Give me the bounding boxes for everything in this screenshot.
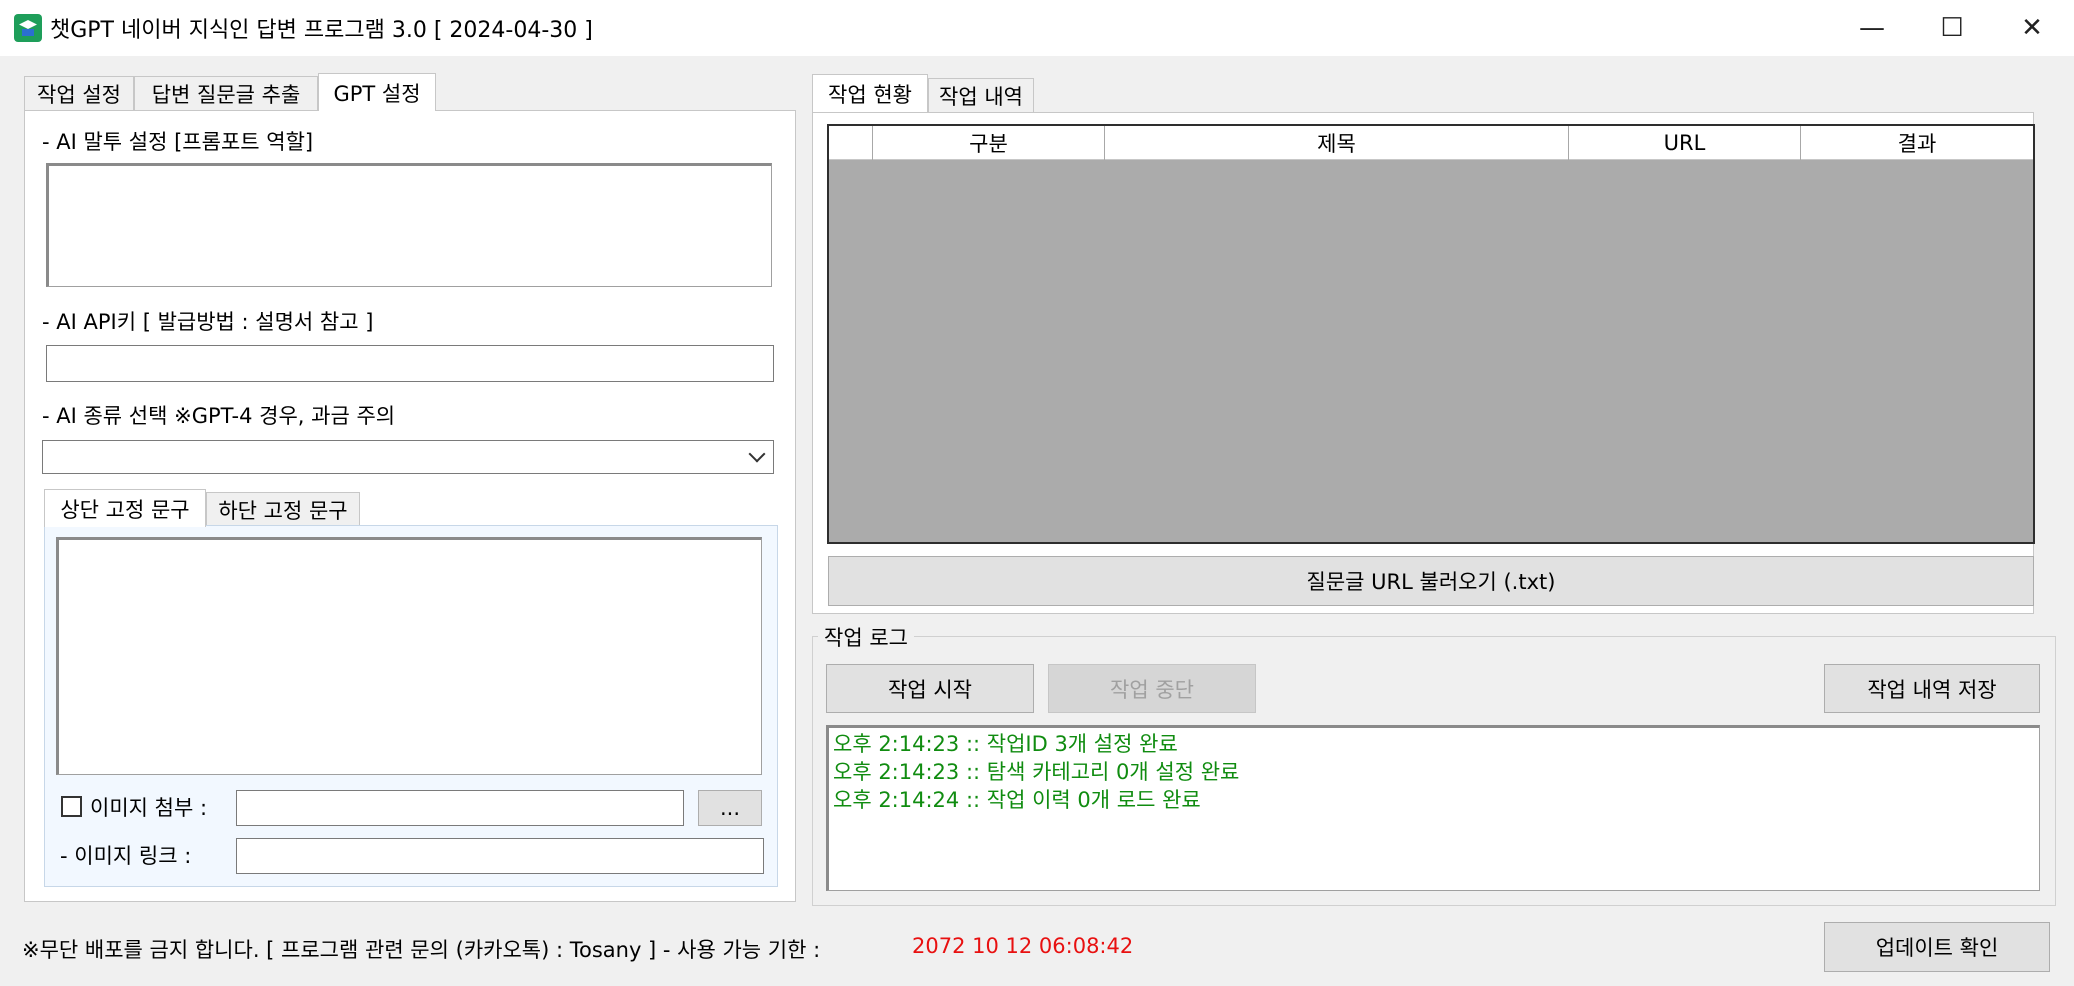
image-link-label: - 이미지 링크 : (60, 844, 192, 868)
log-line: 오후 2:14:24 :: 작업 이력 0개 로드 완료 (833, 788, 1201, 812)
save-history-button[interactable]: 작업 내역 저장 (1824, 664, 2040, 713)
grid-header-title[interactable]: 제목 (1105, 126, 1569, 160)
tab-top-phrase[interactable]: 상단 고정 문구 (44, 489, 206, 527)
image-link-input[interactable] (236, 838, 764, 874)
footer-notice: ※무단 배포를 금지 합니다. [ 프로그램 관련 문의 (카카오톡) : To… (22, 938, 821, 962)
image-attach-label: 이미지 첨부 : (90, 796, 208, 820)
phrase-textarea[interactable] (56, 537, 762, 775)
grid-header-result[interactable]: 결과 (1801, 126, 2033, 160)
grid-header-selector[interactable] (829, 126, 873, 160)
model-select[interactable] (42, 440, 774, 474)
status-grid[interactable]: 구분 제목 URL 결과 (827, 124, 2035, 544)
chevron-down-icon (748, 445, 766, 463)
tab-gpt-settings[interactable]: GPT 설정 (318, 73, 436, 111)
window-title: 챗GPT 네이버 지식인 답변 프로그램 3.0 [ 2024-04-30 ] (50, 18, 593, 43)
grid-header: 구분 제목 URL 결과 (829, 126, 2033, 160)
tab-work-status[interactable]: 작업 현황 (812, 74, 928, 112)
maximize-button[interactable]: ☐ (1910, 0, 1994, 56)
close-button[interactable]: ✕ (1990, 0, 2074, 56)
image-attach-checkbox[interactable] (61, 796, 82, 817)
tone-textarea[interactable] (46, 163, 772, 287)
model-label: - AI 종류 선택 ※GPT-4 경우, 과금 주의 (42, 404, 396, 428)
grid-header-category[interactable]: 구분 (873, 126, 1105, 160)
start-button[interactable]: 작업 시작 (826, 664, 1034, 713)
minimize-button[interactable]: — (1830, 0, 1914, 56)
log-title: 작업 로그 (818, 622, 914, 652)
stop-button[interactable]: 작업 중단 (1048, 664, 1256, 713)
grid-header-url[interactable]: URL (1569, 126, 1801, 160)
tab-work-settings[interactable]: 작업 설정 (24, 76, 134, 110)
tone-label: - AI 말투 설정 [프롬포트 역할] (42, 130, 314, 154)
browse-button[interactable]: ... (698, 790, 762, 826)
load-question-urls-button[interactable]: 질문글 URL 불러오기 (.txt) (828, 556, 2034, 606)
api-key-input[interactable] (46, 345, 774, 382)
app-icon (14, 14, 42, 42)
log-output[interactable]: 오후 2:14:23 :: 작업ID 3개 설정 완료 오후 2:14:23 :… (826, 725, 2040, 891)
tab-question-extract[interactable]: 답변 질문글 추출 (134, 76, 318, 110)
log-line: 오후 2:14:23 :: 작업ID 3개 설정 완료 (833, 732, 1178, 756)
title-bar: 챗GPT 네이버 지식인 답변 프로그램 3.0 [ 2024-04-30 ] … (0, 0, 2074, 56)
expiry-date: 2072 10 12 06:08:42 (912, 934, 1134, 958)
tab-work-history[interactable]: 작업 내역 (928, 78, 1034, 112)
api-key-label: - AI API키 [ 발급방법 : 설명서 참고 ] (42, 310, 374, 334)
image-path-input[interactable] (236, 790, 684, 826)
update-check-button[interactable]: 업데이트 확인 (1824, 922, 2050, 972)
tab-bottom-phrase[interactable]: 하단 고정 문구 (206, 492, 360, 526)
log-line: 오후 2:14:23 :: 탐색 카테고리 0개 설정 완료 (833, 760, 1240, 784)
